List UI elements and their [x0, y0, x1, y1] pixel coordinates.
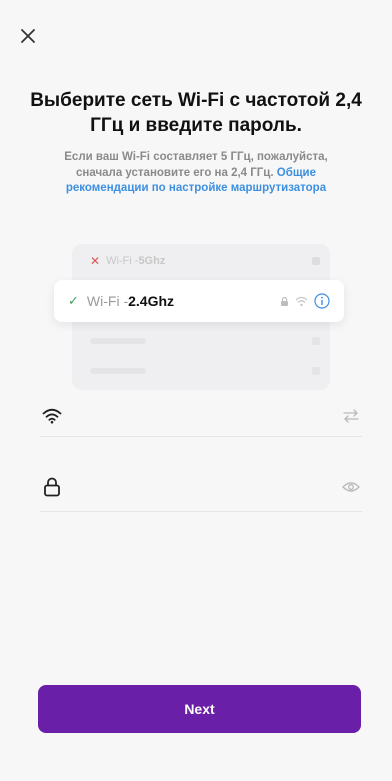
wifi-icon: [40, 404, 64, 428]
close-icon: [21, 29, 35, 43]
info-icon[interactable]: [314, 293, 330, 309]
switch-network-icon[interactable]: [340, 405, 362, 427]
wifi-row-24ghz: ✓ Wi-Fi - 2.4Ghz: [54, 280, 344, 322]
lock-icon: [281, 296, 288, 306]
wifi-field[interactable]: [40, 396, 362, 437]
password-field[interactable]: [40, 463, 362, 512]
lock-mini-icon: [312, 257, 320, 265]
page-title: Выберите сеть Wi-Fi с частотой 2,4 ГГц и…: [30, 90, 362, 136]
ghost-row: [90, 365, 320, 377]
wifi-signal-icon: [295, 296, 308, 306]
wifi-row-5ghz: ✕ Wi-Fi - 5Ghz: [90, 250, 320, 272]
ghost-bar: [90, 338, 146, 344]
wifi-5g-band: 5Ghz: [138, 255, 166, 267]
check-icon: ✓: [68, 293, 79, 308]
ghost-bar: [90, 368, 146, 374]
ghost-dot: [312, 337, 320, 345]
close-button[interactable]: [14, 22, 42, 50]
next-button[interactable]: Next: [38, 685, 361, 733]
wifi-row-icons: [280, 293, 330, 309]
eye-icon[interactable]: [340, 476, 362, 498]
subtitle: Если ваш Wi-Fi составляет 5 ГГц, пожалуй…: [40, 150, 352, 197]
lock-icon: [40, 475, 64, 499]
cross-icon: ✕: [90, 254, 101, 268]
wifi-24-prefix: Wi-Fi -: [86, 293, 129, 309]
wifi-24-band: 2.4Ghz: [128, 293, 175, 309]
wifi-5g-prefix: Wi-Fi -: [106, 255, 139, 267]
ghost-row: [90, 335, 320, 347]
ghost-dot: [312, 367, 320, 375]
